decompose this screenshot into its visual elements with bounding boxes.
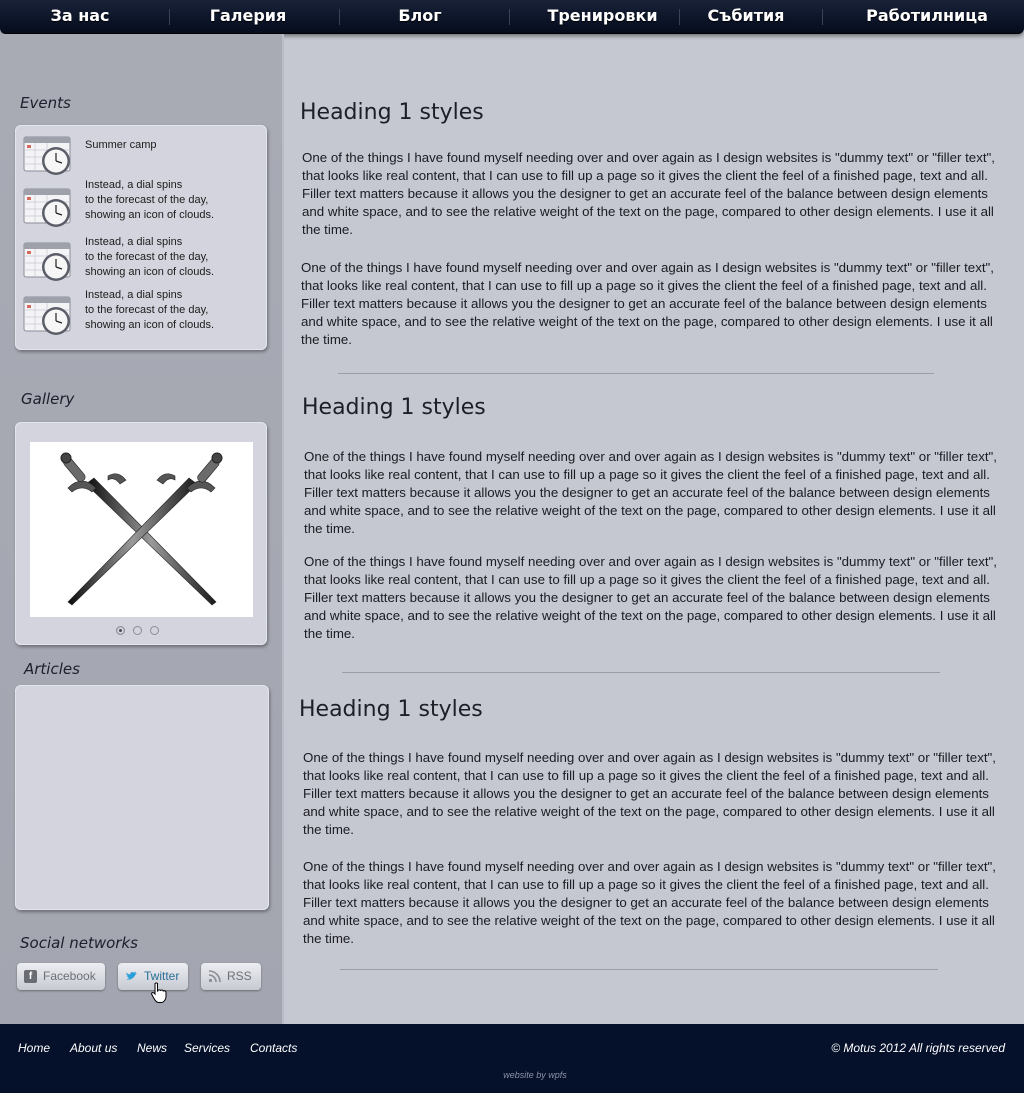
nav-item-gallery[interactable]: Галерия	[198, 0, 298, 32]
nav-item-events[interactable]: Събития	[696, 0, 796, 32]
calendar-clock-icon	[23, 136, 71, 175]
section-heading: Heading 1 styles	[299, 697, 483, 722]
event-text: Instead, a dial spins to the forecast of …	[85, 289, 215, 331]
footer-link-services[interactable]: Services	[184, 1041, 230, 1055]
footer-link-news[interactable]: News	[137, 1041, 167, 1055]
gallery-image[interactable]	[30, 442, 253, 617]
section-heading: Heading 1 styles	[300, 100, 484, 125]
section-paragraph: One of the things I have found myself ne…	[304, 554, 997, 641]
nav-item-about[interactable]: За нас	[35, 0, 125, 32]
nav-separator	[822, 9, 823, 25]
main-content: Heading 1 styles One of the things I hav…	[286, 34, 1024, 1024]
section-paragraph: One of the things I have found myself ne…	[304, 449, 997, 536]
top-navigation: За нас Галерия Блог Тренировки Събития Р…	[0, 0, 1024, 34]
calendar-clock-icon	[23, 296, 71, 335]
events-title: Events	[20, 94, 71, 112]
events-box: Summer camp Instead, a dial spins to the …	[15, 125, 267, 350]
section-divider	[342, 672, 940, 673]
gallery-title: Gallery	[21, 390, 75, 408]
nav-item-blog[interactable]: Блог	[380, 0, 460, 32]
nav-separator	[169, 9, 170, 25]
website-credit[interactable]: website by wpfs	[0, 1070, 1024, 1080]
gallery-box	[15, 422, 267, 645]
nav-item-trainings[interactable]: Тренировки	[540, 0, 665, 32]
crossed-swords-image	[60, 452, 223, 606]
slider-dot[interactable]	[150, 626, 159, 635]
articles-box	[15, 685, 269, 910]
rss-label: RSS	[227, 969, 252, 983]
rss-icon	[208, 970, 221, 983]
footer-link-home[interactable]: Home	[18, 1041, 50, 1055]
nav-separator	[509, 9, 510, 25]
social-title: Social networks	[20, 934, 138, 952]
slider-dot[interactable]	[116, 626, 125, 635]
event-text: Instead, a dial spins to the forecast of …	[85, 179, 215, 221]
section-heading: Heading 1 styles	[302, 395, 486, 420]
facebook-icon: f	[24, 970, 37, 983]
event-item[interactable]: Instead, a dial spins to the forecast of …	[23, 236, 263, 291]
hand-pointer-icon	[151, 982, 167, 1003]
twitter-bird-icon	[125, 970, 138, 983]
footer-link-contacts[interactable]: Contacts	[250, 1041, 297, 1055]
nav-separator	[339, 9, 340, 25]
rss-button[interactable]: RSS	[201, 963, 261, 990]
section-divider	[340, 969, 938, 970]
event-item[interactable]: Instead, a dial spins to the forecast of …	[23, 289, 263, 345]
calendar-clock-icon	[23, 188, 71, 227]
nav-separator	[679, 9, 680, 25]
section-divider	[338, 373, 934, 374]
section-paragraph: One of the things I have found myself ne…	[302, 150, 995, 237]
event-text: Summer camp	[85, 139, 157, 151]
facebook-label: Facebook	[43, 969, 96, 983]
section-paragraph: One of the things I have found myself ne…	[303, 859, 996, 946]
slider-dot[interactable]	[133, 626, 142, 635]
event-item[interactable]: Instead, a dial spins to the forecast of …	[23, 179, 263, 237]
section-paragraph: One of the things I have found myself ne…	[301, 260, 994, 347]
facebook-button[interactable]: f Facebook	[17, 963, 105, 990]
copyright-text: © Motus 2012 All rights reserved	[831, 1041, 1005, 1055]
nav-item-workshop[interactable]: Работилница	[856, 0, 998, 32]
footer: Home About us News Services Contacts © M…	[0, 1024, 1024, 1093]
articles-title: Articles	[24, 660, 80, 678]
section-paragraph: One of the things I have found myself ne…	[303, 750, 996, 837]
calendar-clock-icon	[23, 242, 71, 281]
event-text: Instead, a dial spins to the forecast of …	[85, 236, 215, 278]
footer-link-about[interactable]: About us	[70, 1041, 117, 1055]
